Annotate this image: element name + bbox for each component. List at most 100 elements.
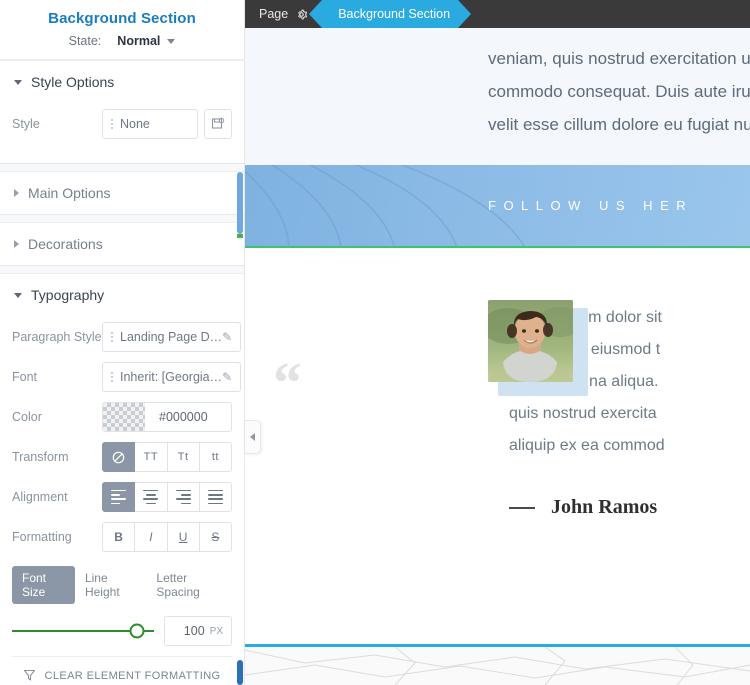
section-typography-header[interactable]: Typography: [0, 274, 244, 316]
hero-line-1: veniam, quis nostrud exercitation u: [488, 49, 750, 68]
quote-mark-icon: “: [273, 350, 302, 415]
no-transform-icon: [112, 451, 125, 463]
testimonial-avatar: [488, 300, 573, 382]
slider-thumb[interactable]: [129, 623, 145, 639]
transform-segmented: TT Tt tt: [102, 442, 232, 472]
tab-font-size[interactable]: Font Size: [12, 566, 75, 604]
transform-none-button[interactable]: [102, 442, 136, 472]
paragraph-style-select[interactable]: Landing Page D… ✎: [102, 322, 242, 352]
font-size-value: 100: [183, 624, 205, 638]
transform-lowercase-button[interactable]: tt: [199, 442, 232, 472]
follow-us-band: FOLLOW US HER: [245, 165, 750, 248]
font-select[interactable]: Inherit: [Georgia… ✎: [102, 362, 242, 392]
paragraph-style-controls: Landing Page D… ✎: [102, 322, 242, 352]
triangle-left-icon: [250, 433, 255, 441]
state-value: Normal: [117, 34, 161, 48]
alignment-segmented: [102, 482, 232, 512]
breadcrumb-current[interactable]: Background Section: [309, 0, 471, 28]
page-title: Background Section: [48, 10, 196, 27]
section-decorations-label: Decorations: [28, 236, 103, 252]
formatting-controls: B I U S: [102, 522, 232, 552]
clear-formatting-icon: [24, 669, 36, 681]
alignment-label: Alignment: [12, 490, 68, 504]
alignment-controls: [102, 482, 232, 512]
color-input[interactable]: #000000: [102, 402, 232, 432]
testimonial-line-4: quis nostrud exercita: [509, 405, 657, 422]
page-canvas: Page Background Section veniam, quis nos…: [245, 0, 750, 685]
breadcrumb: Page Background Section: [245, 0, 750, 28]
section-style-options: Style Options Style None: [0, 60, 244, 164]
align-right-button[interactable]: [167, 482, 200, 512]
font-size-slider-row: 100 PX: [12, 616, 232, 646]
testimonial-block: “ Lorem ipsum dolor sit elit, sed do eiu…: [245, 248, 750, 519]
state-label: State:: [68, 34, 102, 48]
gear-icon[interactable]: [295, 8, 308, 21]
strikethrough-button[interactable]: S: [199, 522, 232, 552]
triangle-down-icon: [14, 292, 22, 298]
underline-button[interactable]: U: [167, 522, 200, 552]
bold-button[interactable]: B: [102, 522, 136, 552]
section-typography-body: Paragraph Style Landing Page D… ✎ Font I…: [0, 316, 244, 685]
author-name: John Ramos: [551, 496, 658, 518]
style-select[interactable]: None: [102, 109, 198, 139]
drag-handle-icon: [111, 332, 113, 342]
state-row: State: Normal: [0, 34, 244, 48]
transform-capitalize-button[interactable]: Tt: [167, 442, 200, 472]
style-controls: None: [102, 109, 232, 139]
paragraph-style-value: Landing Page D…: [120, 330, 223, 344]
paragraph-style-label: Paragraph Style: [12, 330, 102, 344]
drag-handle-icon: [111, 119, 113, 129]
color-swatch[interactable]: [103, 403, 145, 431]
section-decorations: Decorations: [0, 222, 244, 266]
align-center-button[interactable]: [135, 482, 168, 512]
clear-element-formatting-label: CLEAR ELEMENT FORMATTING: [44, 669, 221, 682]
triangle-down-icon: [14, 79, 22, 85]
panel-scrollbar[interactable]: [236, 0, 244, 685]
state-dropdown[interactable]: Normal: [117, 34, 176, 48]
breadcrumb-current-label: Background Section: [338, 7, 451, 21]
align-center-icon: [143, 489, 159, 505]
settings-panel: Background Section State: Normal Style O…: [0, 0, 245, 685]
italic-button[interactable]: I: [135, 522, 168, 552]
section-decorations-header[interactable]: Decorations: [0, 223, 244, 265]
collapse-panel-button[interactable]: [245, 420, 261, 454]
section-style-options-label: Style Options: [31, 74, 115, 90]
font-value: Inherit: [Georgia…: [120, 370, 223, 384]
color-controls: #000000: [102, 402, 232, 432]
align-justify-button[interactable]: [199, 482, 232, 512]
font-size-slider[interactable]: [12, 623, 154, 639]
font-row: Font Inherit: [Georgia… ✎: [12, 362, 242, 392]
section-typography-label: Typography: [31, 287, 105, 303]
save-style-icon: [211, 117, 225, 129]
section-style-options-header[interactable]: Style Options: [0, 61, 244, 103]
bottom-texture-band: [245, 647, 750, 685]
align-left-button[interactable]: [102, 482, 136, 512]
transform-controls: TT Tt tt: [102, 442, 232, 472]
drag-handle-icon: [111, 372, 113, 382]
tab-letter-spacing[interactable]: Letter Spacing: [146, 566, 232, 604]
triangle-right-icon: [14, 189, 19, 197]
testimonial-media: “: [245, 300, 588, 519]
author-dash: [509, 506, 535, 509]
align-justify-icon: [207, 489, 223, 505]
section-main-options-header[interactable]: Main Options: [0, 172, 244, 214]
formatting-row: Formatting B I U S: [12, 522, 232, 552]
scrollbar-thumb[interactable]: [237, 172, 243, 234]
testimonial-author: John Ramos: [509, 496, 665, 519]
triangle-right-icon: [14, 240, 19, 248]
edit-pencil-icon[interactable]: ✎: [222, 370, 232, 384]
font-size-input[interactable]: 100 PX: [164, 616, 232, 646]
testimonial-photo-wrap: [488, 300, 588, 396]
scrollbar-marker: [237, 234, 243, 238]
clear-element-formatting-button[interactable]: CLEAR ELEMENT FORMATTING: [12, 656, 232, 682]
save-style-button[interactable]: [204, 109, 232, 139]
section-main-options-label: Main Options: [28, 185, 111, 201]
color-row: Color #000000: [12, 402, 232, 432]
align-right-icon: [175, 489, 191, 505]
transform-uppercase-button[interactable]: TT: [135, 442, 168, 472]
edit-pencil-icon[interactable]: ✎: [222, 330, 232, 344]
tab-line-height[interactable]: Line Height: [75, 566, 146, 604]
hero-line-3: velit esse cillum dolore eu fugiat nu: [488, 115, 750, 135]
scrollbar-thumb-secondary[interactable]: [237, 660, 243, 685]
formatting-segmented: B I U S: [102, 522, 232, 552]
